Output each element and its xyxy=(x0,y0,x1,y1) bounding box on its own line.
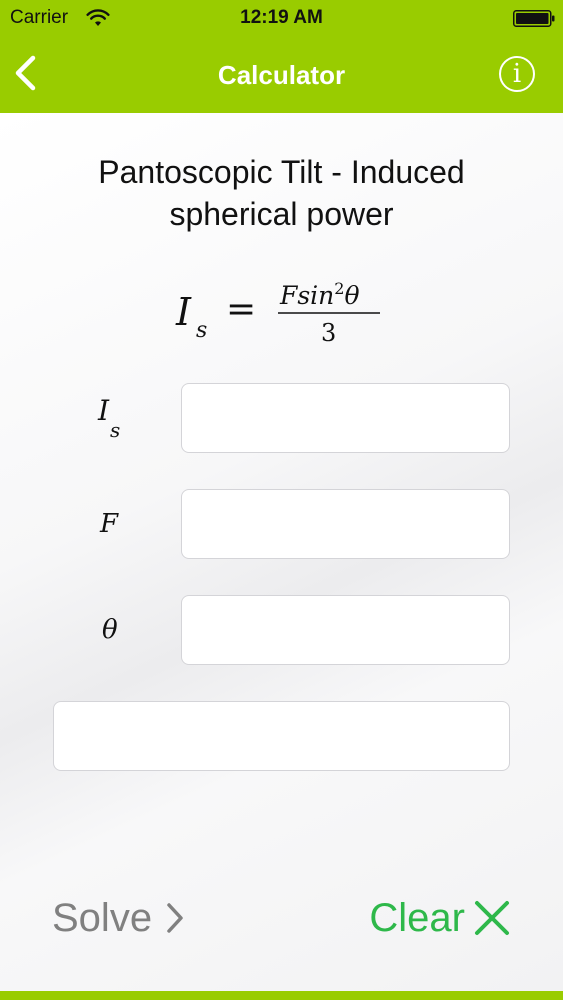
formula-numerator-text: Fsin xyxy=(279,281,334,310)
nav-title: Calculator xyxy=(217,60,346,90)
is-label-subscript: s xyxy=(110,418,120,442)
theta-input[interactable] xyxy=(181,595,510,665)
info-button[interactable]: i xyxy=(499,56,535,92)
solve-button[interactable]: Solve xyxy=(52,891,186,945)
formula-equals: = xyxy=(226,289,256,330)
clear-button[interactable]: Clear xyxy=(369,891,511,945)
f-input[interactable] xyxy=(181,489,510,559)
page-title: Pantoscopic Tilt - Induced spherical pow… xyxy=(98,154,465,232)
f-label: F xyxy=(99,509,119,539)
chevron-right-icon xyxy=(167,903,183,933)
f-label-symbol: F xyxy=(99,509,119,539)
formula-lhs-symbol: I xyxy=(175,290,192,334)
is-label-symbol: I xyxy=(97,394,110,427)
is-input[interactable] xyxy=(181,383,510,453)
formula-denominator: 3 xyxy=(321,319,336,347)
battery-icon xyxy=(513,10,555,27)
clear-label: Clear xyxy=(369,895,465,940)
status-time: 12:19 AM xyxy=(240,7,323,28)
formula-numerator: Fsin2θ xyxy=(279,281,360,310)
close-icon xyxy=(475,901,509,935)
solve-label: Solve xyxy=(52,895,153,940)
formula-exponent: 2 xyxy=(334,281,344,298)
formula-variable: θ xyxy=(344,281,359,310)
formula: I s = Fsin2θ 3 xyxy=(175,281,380,347)
calculator-content: Pantoscopic Tilt - Induced spherical pow… xyxy=(0,113,563,991)
bottom-bar xyxy=(0,991,563,1000)
info-icon: i xyxy=(512,59,522,89)
theta-label: θ xyxy=(102,615,118,645)
nav-bar: Calculator i xyxy=(0,36,563,113)
is-label: I s xyxy=(97,394,120,442)
theta-label-symbol: θ xyxy=(102,615,118,645)
formula-lhs-subscript: s xyxy=(196,318,207,343)
status-bar: Carrier 12:19 AM xyxy=(0,0,563,36)
result-field[interactable] xyxy=(53,701,510,771)
